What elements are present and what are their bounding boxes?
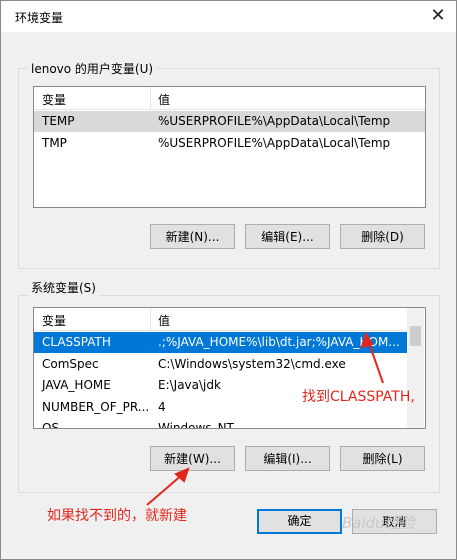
close-icon[interactable]: ✕	[426, 4, 450, 28]
var-name: JAVA_HOME	[42, 378, 111, 392]
title-bar: 环境变量 ✕	[1, 1, 456, 32]
list-header: 变量 值	[34, 308, 407, 331]
column-header-name[interactable]: 变量	[42, 91, 66, 108]
var-value: E:\Java\jdk	[158, 378, 221, 392]
var-name: OS	[42, 421, 60, 429]
system-delete-button[interactable]: 删除(L)	[340, 446, 425, 471]
column-divider[interactable]	[150, 308, 151, 330]
var-value: 4	[158, 400, 166, 414]
system-vars-group-label: 系统变量(S)	[28, 279, 99, 296]
user-delete-button[interactable]: 删除(D)	[340, 224, 425, 249]
list-row-comspec[interactable]: ComSpec C:\Windows\system32\cmd.exe	[34, 354, 407, 375]
scrollbar-thumb[interactable]	[410, 326, 421, 346]
user-new-button[interactable]: 新建(N)...	[150, 224, 235, 249]
var-name: ComSpec	[42, 357, 99, 371]
var-value: %USERPROFILE%\AppData\Local\Temp	[158, 114, 391, 128]
user-vars-list[interactable]: 变量 值 TEMP %USERPROFILE%\AppData\Local\Te…	[33, 86, 426, 208]
var-value: C:\Windows\system32\cmd.exe	[158, 357, 346, 371]
user-edit-button[interactable]: 编辑(E)...	[245, 224, 330, 249]
environment-variables-dialog: 环境变量 ✕ lenovo 的用户变量(U) 变量 值 TEMP %USERPR…	[0, 0, 457, 560]
window-title: 环境变量	[15, 11, 64, 25]
var-name: TEMP	[42, 114, 75, 128]
column-header-value[interactable]: 值	[158, 312, 170, 329]
list-header: 变量 值	[34, 87, 425, 110]
system-vars-scrollbar[interactable]	[407, 308, 424, 428]
var-value: %USERPROFILE%\AppData\Local\Temp	[158, 136, 391, 150]
system-edit-button[interactable]: 编辑(I)...	[245, 446, 330, 471]
var-value: .;%JAVA_HOME%\lib\dt.jar;%JAVA_HOM...	[158, 335, 400, 349]
column-divider[interactable]	[150, 87, 151, 109]
ok-button[interactable]: 确定	[257, 509, 342, 534]
var-name: TMP	[42, 136, 67, 150]
list-row-temp[interactable]: TEMP %USERPROFILE%\AppData\Local\Temp	[34, 111, 425, 132]
list-row-os[interactable]: OS Windows_NT	[34, 418, 407, 429]
var-name: CLASSPATH	[42, 335, 111, 349]
system-new-button[interactable]: 新建(W)...	[150, 446, 235, 471]
column-header-value[interactable]: 值	[158, 91, 170, 108]
list-row-tmp[interactable]: TMP %USERPROFILE%\AppData\Local\Temp	[34, 133, 425, 154]
annotation-find-classpath: 找到CLASSPATH,	[302, 389, 415, 405]
watermark: Baidu经验	[342, 514, 415, 532]
var-value: Windows_NT	[158, 421, 234, 429]
column-header-name[interactable]: 变量	[42, 312, 66, 329]
user-vars-group-label: lenovo 的用户变量(U)	[28, 60, 157, 77]
annotation-create-if-missing: 如果找不到的，就新建	[47, 508, 187, 524]
system-vars-list[interactable]: 变量 值 CLASSPATH .;%JAVA_HOME%\lib\dt.jar;…	[33, 307, 426, 429]
var-name: NUMBER_OF_PR...	[42, 400, 150, 414]
list-row-classpath[interactable]: CLASSPATH .;%JAVA_HOME%\lib\dt.jar;%JAVA…	[34, 332, 407, 353]
